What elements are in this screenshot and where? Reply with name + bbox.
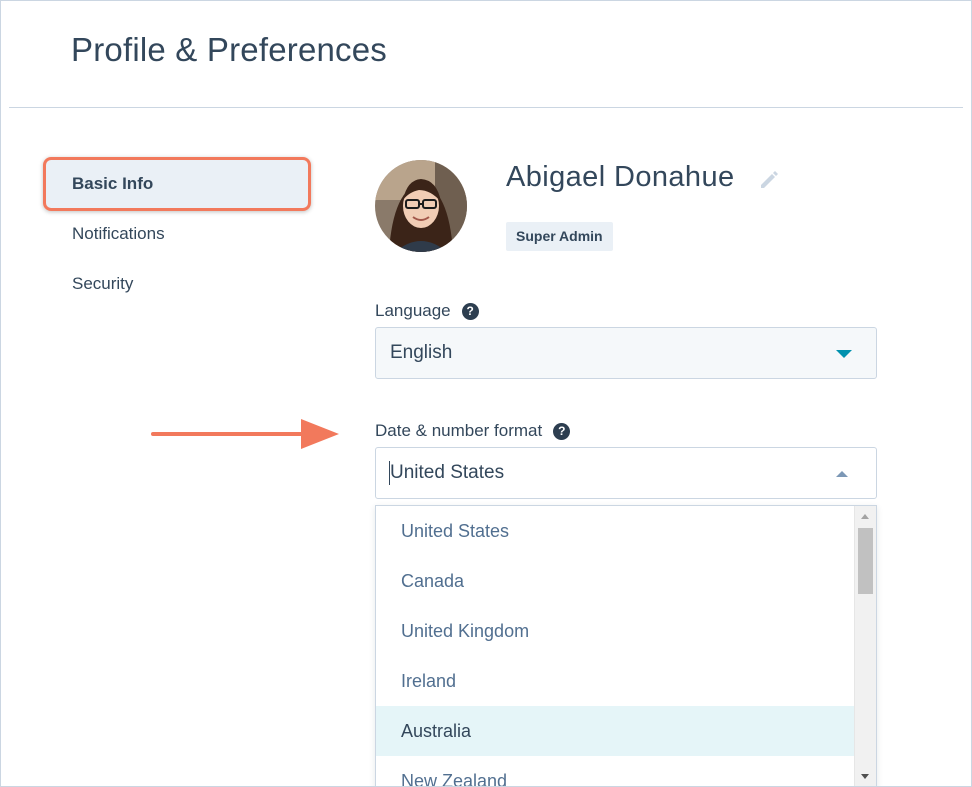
dropdown-option-ireland[interactable]: Ireland (376, 656, 854, 706)
sidebar-item-label: Notifications (72, 224, 165, 243)
date-format-label: Date & number format ? (375, 421, 571, 441)
sidebar-item-label: Basic Info (72, 174, 154, 193)
sidebar-item-security[interactable]: Security (45, 259, 309, 309)
language-label: Language ? (375, 301, 479, 321)
dropdown-option-australia[interactable]: Australia (376, 706, 854, 756)
dropdown-option-united-kingdom[interactable]: United Kingdom (376, 606, 854, 656)
help-icon[interactable]: ? (461, 302, 479, 320)
sidebar-item-basic-info[interactable]: Basic Info (43, 157, 311, 211)
date-format-select-value: United States (390, 462, 505, 483)
language-label-text: Language (375, 301, 451, 320)
text-cursor (389, 461, 390, 485)
language-select-value: English (390, 342, 453, 363)
scroll-thumb[interactable] (858, 528, 873, 594)
avatar[interactable] (375, 160, 467, 252)
sidebar-item-label: Security (72, 274, 134, 293)
dropdown-option-united-states[interactable]: United States (376, 506, 854, 556)
dropdown-option-new-zealand[interactable]: New Zealand (376, 756, 854, 786)
header-divider (9, 107, 963, 108)
dropdown-scrollbar[interactable] (854, 506, 876, 786)
user-name: Abigael Donahue (506, 161, 735, 193)
app-window: Profile & Preferences Basic Info Notific… (0, 0, 972, 787)
annotation-arrow-icon (151, 419, 339, 449)
user-avatar-icon (375, 160, 467, 252)
page-title: Profile & Preferences (71, 31, 388, 68)
date-format-label-text: Date & number format (375, 421, 543, 440)
scroll-down-icon[interactable] (861, 774, 869, 779)
sidebar-item-notifications[interactable]: Notifications (45, 209, 309, 259)
pencil-icon[interactable] (758, 169, 780, 191)
role-badge: Super Admin (506, 222, 613, 251)
date-format-select[interactable]: United States (375, 447, 877, 499)
dropdown-option-canada[interactable]: Canada (376, 556, 854, 606)
caret-down-icon (836, 350, 852, 358)
scroll-up-icon[interactable] (861, 514, 869, 519)
language-select[interactable]: English (375, 327, 877, 379)
sidebar: Basic Info Notifications Security (43, 157, 311, 309)
help-icon[interactable]: ? (553, 422, 571, 440)
caret-up-icon (836, 471, 848, 477)
date-format-dropdown: United States Canada United Kingdom Irel… (375, 505, 877, 786)
